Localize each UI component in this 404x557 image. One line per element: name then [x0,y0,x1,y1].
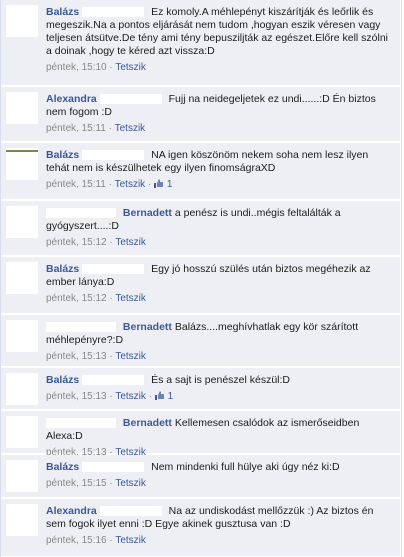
redacted-name [99,506,162,517]
like-link[interactable]: Tetszik [115,351,146,362]
avatar[interactable] [6,92,38,124]
comment-timestamp[interactable]: péntek, 15:11 [46,123,106,134]
like-link[interactable]: Tetszik [115,62,146,73]
redacted-name [82,264,145,275]
avatar[interactable] [6,320,38,352]
like-count[interactable]: 1 [168,391,174,402]
comment-author[interactable]: Balázs [46,263,79,275]
comment: Alexandra Na az undiskodást mellőzzük :)… [1,499,400,557]
comment: Balázs Egy jó hosszú szülés után biztos … [1,257,400,314]
comment: Balázs És a sajt is penészel készül:D pé… [1,368,400,410]
separator: · [109,535,113,546]
comment-timestamp[interactable]: péntek, 15:12 [46,237,107,248]
like-link[interactable]: Tetszik [115,179,146,190]
redacted-name [99,94,162,105]
redacted-name [82,375,145,386]
thumbs-up-icon[interactable] [154,179,164,188]
comment: Bernadett Kellemesen csalódok az ismerős… [1,411,400,458]
comment-text: És a sajt is penészel készül:D [151,374,291,386]
avatar[interactable] [6,206,38,238]
redacted-name [82,462,145,473]
comment-timestamp[interactable]: péntek, 15:13 [46,391,107,402]
comment-timestamp[interactable]: péntek, 15:16 [46,535,107,546]
avatar[interactable] [6,504,38,536]
avatar[interactable] [6,262,38,294]
comment: Balázs NA igen köszönöm nekem soha nem l… [1,143,400,200]
comment-author[interactable]: Bernadett [123,321,172,333]
comment: Balázs Ez komoly.A méhlepényt kiszárítjá… [1,0,400,86]
comment-timestamp[interactable]: péntek, 15:10 [46,62,107,73]
comment-author[interactable]: Balázs [46,6,79,18]
comment-timestamp[interactable]: péntek, 15:12 [46,293,107,304]
avatar[interactable] [6,460,38,492]
redacted-name [46,418,116,429]
separator: · [108,179,112,190]
separator: · [108,123,112,134]
separator: · [109,391,113,402]
comment-thread: Balázs Ez komoly.A méhlepényt kiszárítjá… [0,0,402,557]
separator: · [109,478,113,489]
redacted-name [82,150,145,161]
avatar[interactable] [6,373,38,405]
comment: Bernadett a penész is undi..mégis feltal… [1,201,400,256]
avatar[interactable] [6,148,38,180]
avatar[interactable] [6,416,38,448]
like-link[interactable]: Tetszik [115,293,146,304]
thumbs-up-icon[interactable] [154,391,165,400]
comment-text: Nem mindenki full hülye aki úgy néz ki:D [151,461,340,473]
comment-timestamp[interactable]: péntek, 15:11 [46,179,106,190]
separator: · [109,293,113,304]
comment-timestamp[interactable]: péntek, 15:15 [46,478,107,489]
separator: · [147,179,152,190]
comment: Balázs Nem mindenki full hülye aki úgy n… [1,455,400,498]
like-link[interactable]: Tetszik [115,123,146,134]
separator: · [109,237,113,248]
like-link[interactable]: Tetszik [115,391,146,402]
separator: · [109,62,113,73]
separator: · [109,351,113,362]
comment-author[interactable]: Alexandra [46,505,97,517]
comment-author[interactable]: Bernadett [123,207,172,219]
redacted-name [82,7,145,18]
comment: Bernadett Balázs....meghívhatlak egy kör… [1,315,400,367]
redacted-name [46,322,116,333]
comment-author[interactable]: Alexandra [46,93,97,105]
redacted-name [46,208,116,219]
comment-author[interactable]: Balázs [46,374,79,386]
comment-timestamp[interactable]: péntek, 15:13 [46,351,107,362]
like-link[interactable]: Tetszik [115,237,146,248]
comment-author[interactable]: Balázs [46,461,79,473]
comment-author[interactable]: Balázs [46,149,79,161]
comment-author[interactable]: Bernadett [123,417,172,429]
comment: Alexandra Fujj na neidegeljetek ez undi.… [1,87,400,142]
like-link[interactable]: Tetszik [115,478,146,489]
like-link[interactable]: Tetszik [115,535,146,546]
separator: · [148,391,153,402]
avatar[interactable] [6,5,38,37]
like-count[interactable]: 1 [167,179,173,190]
